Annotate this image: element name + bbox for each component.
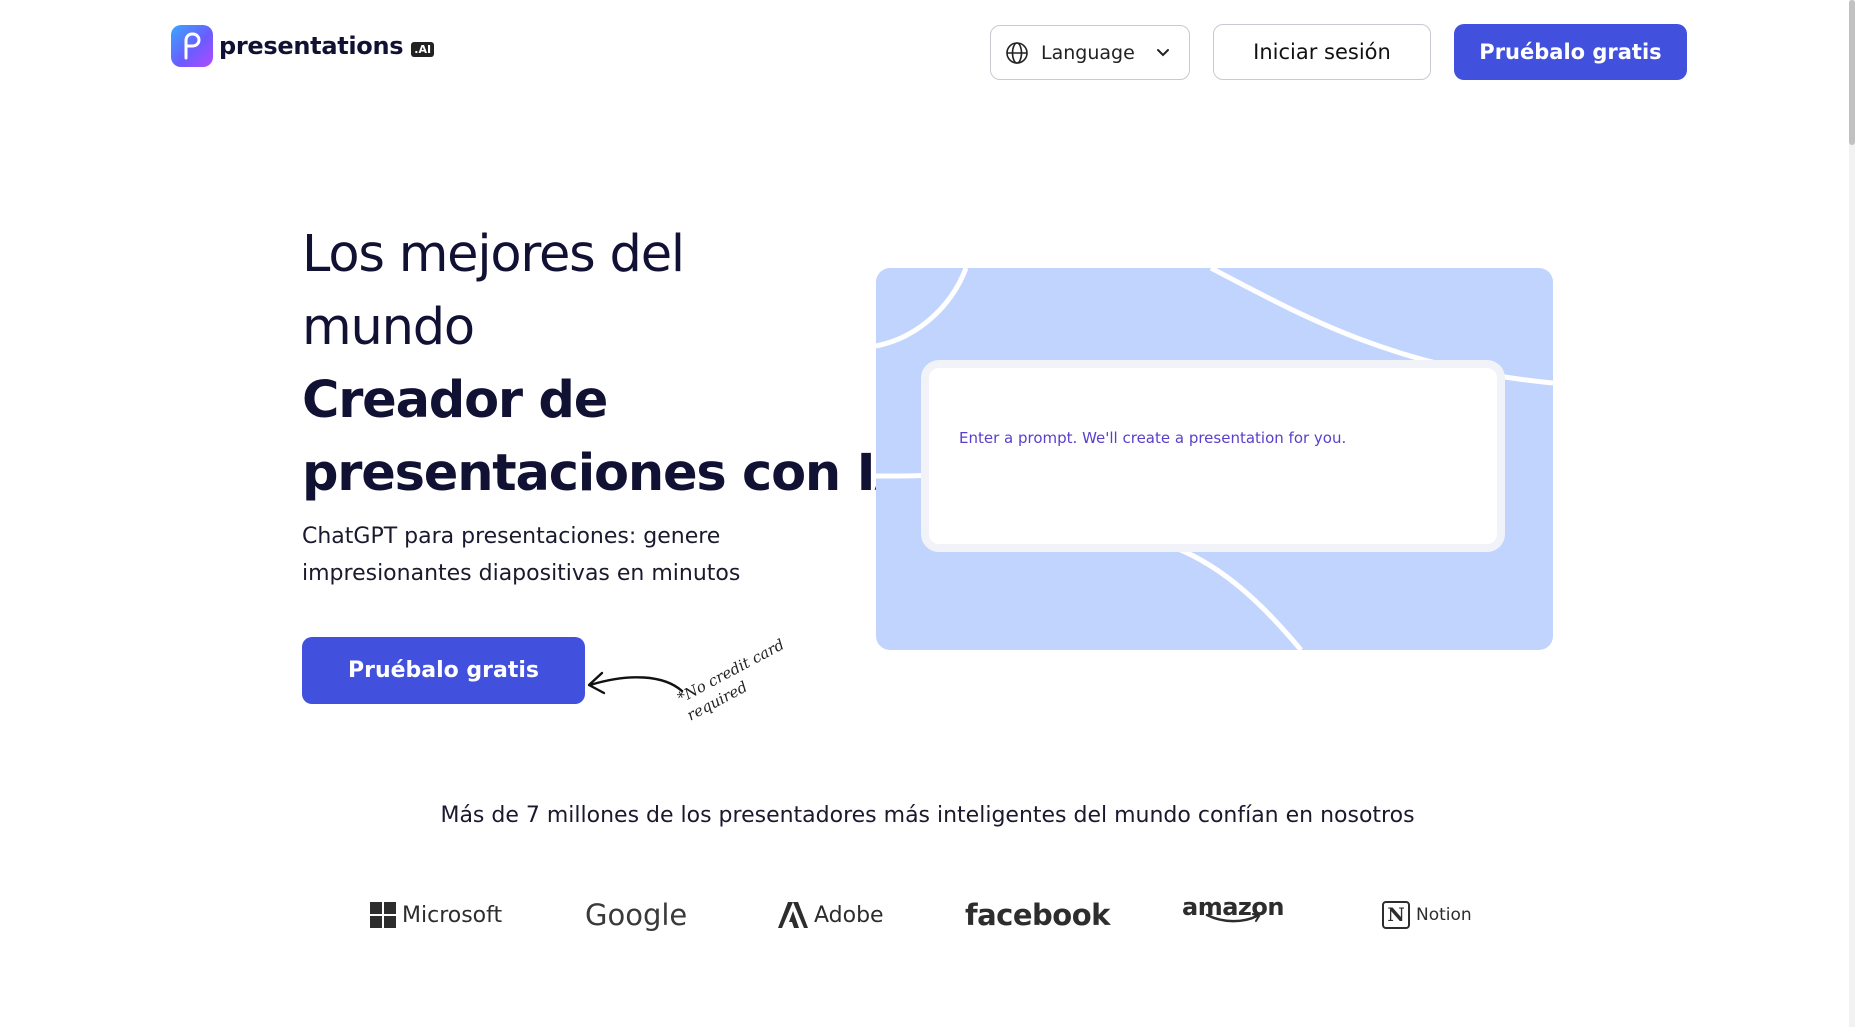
microsoft-logo: Microsoft (370, 893, 502, 937)
logo-text: presentations (219, 32, 404, 60)
chevron-down-icon (1156, 48, 1169, 56)
language-selector[interactable]: Language (990, 25, 1190, 80)
brand-logos: Microsoft Google Adobe facebook amazon N… (370, 893, 1480, 943)
brand-label: Google (585, 898, 688, 932)
arrow-icon (587, 671, 684, 695)
adobe-logo: Adobe (778, 893, 884, 937)
amazon-logo: amazon (1182, 893, 1284, 937)
logo-badge: .AI (411, 41, 435, 57)
facebook-logo: facebook (965, 893, 1110, 937)
logo[interactable]: presentations .AI (171, 25, 435, 67)
hero-title-line: Creador de (302, 371, 608, 430)
microsoft-icon (370, 902, 396, 928)
notion-logo: N Notion (1382, 893, 1472, 937)
brand-label: Microsoft (402, 902, 503, 928)
globe-icon (1006, 41, 1028, 64)
login-button[interactable]: Iniciar sesión (1213, 24, 1431, 80)
scrollbar-thumb[interactable] (1849, 0, 1855, 145)
hero-title-line: Los mejores del (302, 225, 685, 284)
trust-statement: Más de 7 millones de los presentadores m… (440, 803, 1415, 828)
brand-label: Notion (1416, 905, 1472, 925)
google-logo: Google (585, 893, 687, 937)
language-label: Language (1041, 41, 1135, 64)
prompt-placeholder: Enter a prompt. We'll create a presentat… (959, 429, 1347, 447)
try-free-button-header[interactable]: Pruébalo gratis (1454, 24, 1687, 80)
notion-icon: N (1382, 901, 1410, 929)
hero-title-line: presentaciones con IA (302, 444, 914, 503)
logo-icon (171, 25, 213, 67)
hero-title: Los mejores del mundo Creador de present… (302, 218, 914, 510)
no-credit-card-note: *No credit card required (674, 635, 788, 725)
scrollbar[interactable] (1849, 0, 1855, 1027)
prompt-input[interactable]: Enter a prompt. We'll create a presentat… (921, 360, 1505, 552)
prompt-panel: Enter a prompt. We'll create a presentat… (876, 268, 1553, 650)
hero-title-line: mundo (302, 298, 475, 357)
adobe-icon (778, 902, 808, 928)
hero-subtitle: ChatGPT para presentaciones: genere impr… (302, 524, 741, 586)
try-free-button-hero[interactable]: Pruébalo gratis (302, 637, 585, 704)
amazon-smile-icon (1205, 913, 1261, 923)
brand-label: Adobe (814, 902, 884, 928)
brand-label: facebook (965, 898, 1110, 932)
